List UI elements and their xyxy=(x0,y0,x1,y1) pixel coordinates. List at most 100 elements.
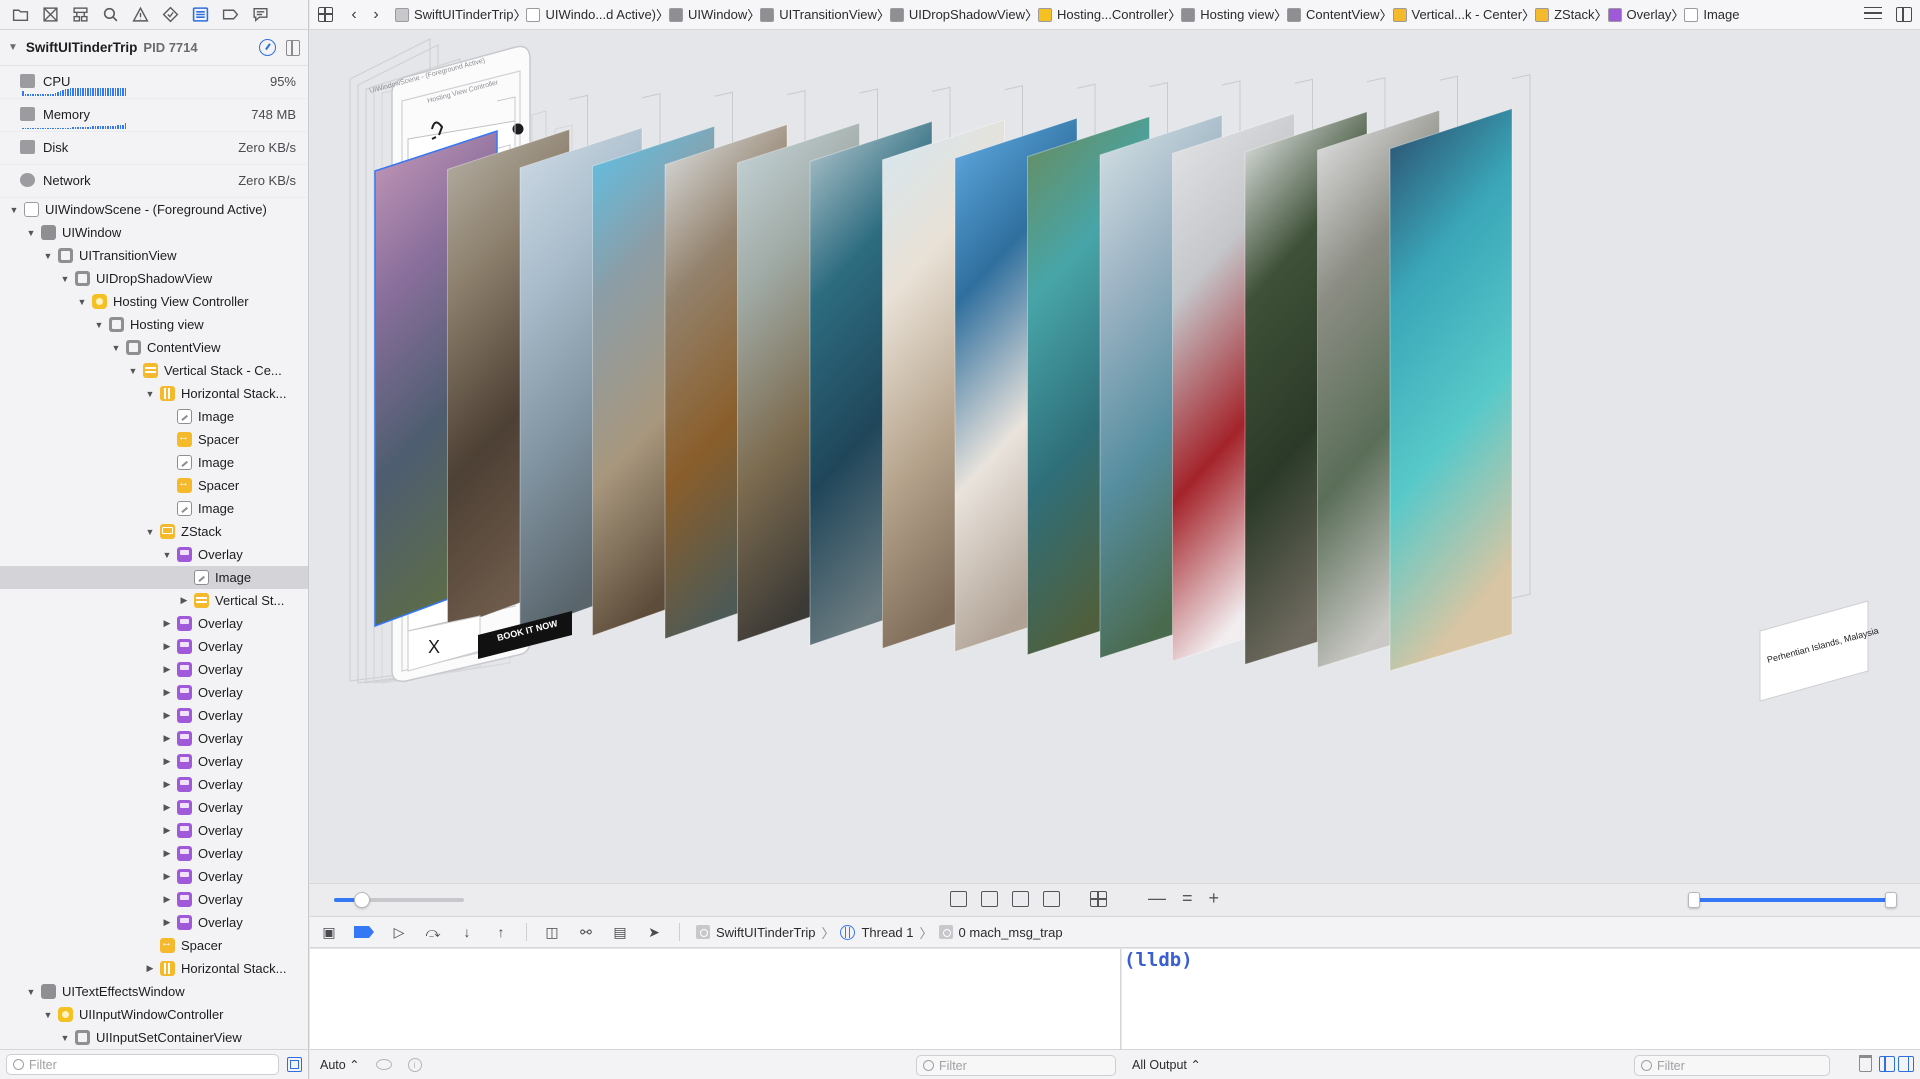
disclosure-open-icon[interactable]: ▼ xyxy=(8,205,20,215)
tree-row[interactable]: ▼ Hosting view xyxy=(0,313,308,336)
process-row[interactable]: ▼ SwiftUITinderTrip PID 7714 xyxy=(0,30,308,66)
breadcrumb-item[interactable]: SwiftUITinderTrip xyxy=(395,7,513,22)
tree-row[interactable]: ▼ ContentView xyxy=(0,336,308,359)
breadcrumb-item[interactable]: UIDropShadowView xyxy=(889,7,1025,22)
breadcrumb-item[interactable]: Vertical...k - Center xyxy=(1392,7,1522,22)
tree-row[interactable]: ▶ Overlay xyxy=(0,911,308,934)
report-navigator-tab[interactable] xyxy=(246,3,274,27)
tree-row[interactable]: ▶ Horizontal Stack... xyxy=(0,957,308,980)
step-over-icon[interactable]: ⤼ xyxy=(424,924,442,940)
range-end-knob[interactable] xyxy=(1885,892,1897,908)
gauge-cpu[interactable]: CPU 95% xyxy=(0,66,308,99)
disclosure-open-icon[interactable]: ▼ xyxy=(59,274,71,284)
breakpoint-navigator-tab[interactable] xyxy=(216,3,244,27)
disclosure-closed-icon[interactable]: ▶ xyxy=(161,664,173,675)
trash-icon[interactable] xyxy=(1859,1055,1872,1072)
orient-3d-icon[interactable] xyxy=(1090,891,1107,907)
breadcrumb-item[interactable]: Hosting...Controller xyxy=(1037,7,1168,22)
disclosure-open-icon[interactable]: ▼ xyxy=(127,366,139,376)
output-scope-popup[interactable]: All Output ⌃ xyxy=(1132,1057,1201,1072)
tree-row[interactable]: Image xyxy=(0,566,308,589)
disclosure-open-icon[interactable]: ▼ xyxy=(42,1010,54,1020)
gauge-network[interactable]: Network Zero KB/s xyxy=(0,165,308,198)
breadcrumb-item[interactable]: UIWindow xyxy=(669,7,747,22)
tree-row[interactable]: ▶ Overlay xyxy=(0,842,308,865)
tree-row[interactable]: ▶ Overlay xyxy=(0,819,308,842)
disclosure-open-icon[interactable]: ▼ xyxy=(93,320,105,330)
tree-row[interactable]: ▶ Overlay xyxy=(0,727,308,750)
debug-view-hierarchy-icon[interactable]: ◫ xyxy=(543,924,561,940)
disclosure-open-icon[interactable]: ▼ xyxy=(8,42,18,53)
tree-row[interactable]: Image xyxy=(0,405,308,428)
tree-row[interactable]: ▶ Overlay xyxy=(0,681,308,704)
source-control-tab[interactable] xyxy=(36,3,64,27)
disclosure-closed-icon[interactable]: ▶ xyxy=(161,848,173,859)
breadcrumb-item[interactable]: Overlay xyxy=(1607,7,1671,22)
tree-row[interactable]: ▼ ZStack xyxy=(0,520,308,543)
tree-row[interactable]: Spacer xyxy=(0,428,308,451)
show-only-displayed-icon[interactable] xyxy=(287,1057,302,1072)
tree-row[interactable]: ▼ Hosting View Controller xyxy=(0,290,308,313)
range-start-knob[interactable] xyxy=(1688,892,1700,908)
gauge-memory[interactable]: Memory 748 MB xyxy=(0,99,308,132)
debug-gauges-icon[interactable] xyxy=(259,39,276,56)
project-navigator-tab[interactable] xyxy=(6,3,34,27)
exploded-view-hierarchy[interactable]: UIWindowScene - (Foreground Active) Host… xyxy=(310,31,1920,882)
forward-button[interactable]: › xyxy=(365,4,387,26)
disclosure-closed-icon[interactable]: ▶ xyxy=(178,595,190,606)
tree-row[interactable]: ▼ UIDropShadowView xyxy=(0,267,308,290)
variables-view[interactable] xyxy=(310,949,1121,1049)
change-canvas-background-icon[interactable] xyxy=(1043,891,1060,907)
spacing-slider[interactable] xyxy=(334,892,464,908)
step-out-icon[interactable]: ↑ xyxy=(492,924,510,940)
tree-row[interactable]: ▶ Overlay xyxy=(0,773,308,796)
breadcrumb-item[interactable]: Hosting view xyxy=(1181,7,1274,22)
issue-navigator-tab[interactable] xyxy=(126,3,154,27)
symbol-navigator-tab[interactable] xyxy=(66,3,94,27)
tree-row[interactable]: ▼ UIWindow xyxy=(0,221,308,244)
tree-row[interactable]: ▼ UITransitionView xyxy=(0,244,308,267)
disclosure-closed-icon[interactable]: ▶ xyxy=(161,710,173,721)
adjust-editor-options-icon[interactable] xyxy=(1864,7,1882,19)
find-navigator-tab[interactable] xyxy=(96,3,124,27)
tree-row[interactable]: ▼ UITextEffectsWindow xyxy=(0,980,308,1003)
hide-debug-area-icon[interactable]: ▣ xyxy=(320,924,338,940)
navigator-filter-field[interactable]: Filter xyxy=(6,1054,279,1075)
gauge-disk[interactable]: Disk Zero KB/s xyxy=(0,132,308,165)
disclosure-closed-icon[interactable]: ▶ xyxy=(161,756,173,767)
tree-row[interactable]: ▶ Overlay xyxy=(0,865,308,888)
tree-row[interactable]: ▼ UIInputWindowController xyxy=(0,1003,308,1026)
adjust-view-mode-icon[interactable] xyxy=(1012,891,1029,907)
tree-row[interactable]: ▶ Overlay xyxy=(0,658,308,681)
step-into-icon[interactable]: ↓ xyxy=(458,924,476,940)
disclosure-closed-icon[interactable]: ▶ xyxy=(161,917,173,928)
disclosure-open-icon[interactable]: ▼ xyxy=(76,297,88,307)
tree-row[interactable]: ▼ Overlay xyxy=(0,543,308,566)
disclosure-closed-icon[interactable]: ▶ xyxy=(161,894,173,905)
debug-breadcrumb[interactable]: SwiftUITinderTrip 〉 Thread 1 〉 0 mach_ms… xyxy=(696,923,1063,942)
add-editor-split-icon[interactable] xyxy=(1896,7,1912,22)
environment-overrides-icon[interactable]: ▤ xyxy=(611,924,629,940)
breadcrumb-item[interactable]: ContentView xyxy=(1287,7,1379,22)
tree-row[interactable]: ▶ Overlay xyxy=(0,750,308,773)
show-clipped-content-icon[interactable] xyxy=(950,891,967,907)
tree-row[interactable]: ▶ Overlay xyxy=(0,612,308,635)
variables-scope-popup[interactable]: Auto ⌃ xyxy=(320,1057,360,1072)
disclosure-open-icon[interactable]: ▼ xyxy=(25,987,37,997)
disclosure-closed-icon[interactable]: ▶ xyxy=(161,802,173,813)
test-navigator-tab[interactable] xyxy=(156,3,184,27)
tree-row[interactable]: ▶ Overlay xyxy=(0,704,308,727)
breadcrumb-item[interactable]: Image xyxy=(1684,7,1740,22)
zoom-out-button[interactable]: — xyxy=(1148,888,1166,909)
disclosure-closed-icon[interactable]: ▶ xyxy=(161,618,173,629)
disclosure-closed-icon[interactable]: ▶ xyxy=(144,963,156,974)
process-view-options-icon[interactable] xyxy=(286,39,300,56)
show-variables-view-icon[interactable] xyxy=(1879,1056,1895,1072)
zoom-reset-button[interactable]: = xyxy=(1182,888,1193,909)
debug-navigator-tab[interactable] xyxy=(186,3,214,27)
tree-row[interactable]: Image xyxy=(0,451,308,474)
simulate-location-icon[interactable]: ➤ xyxy=(645,924,663,940)
tree-row[interactable]: Spacer xyxy=(0,934,308,957)
console-filter-field[interactable]: Filter xyxy=(1634,1055,1830,1076)
disclosure-open-icon[interactable]: ▼ xyxy=(144,527,156,537)
